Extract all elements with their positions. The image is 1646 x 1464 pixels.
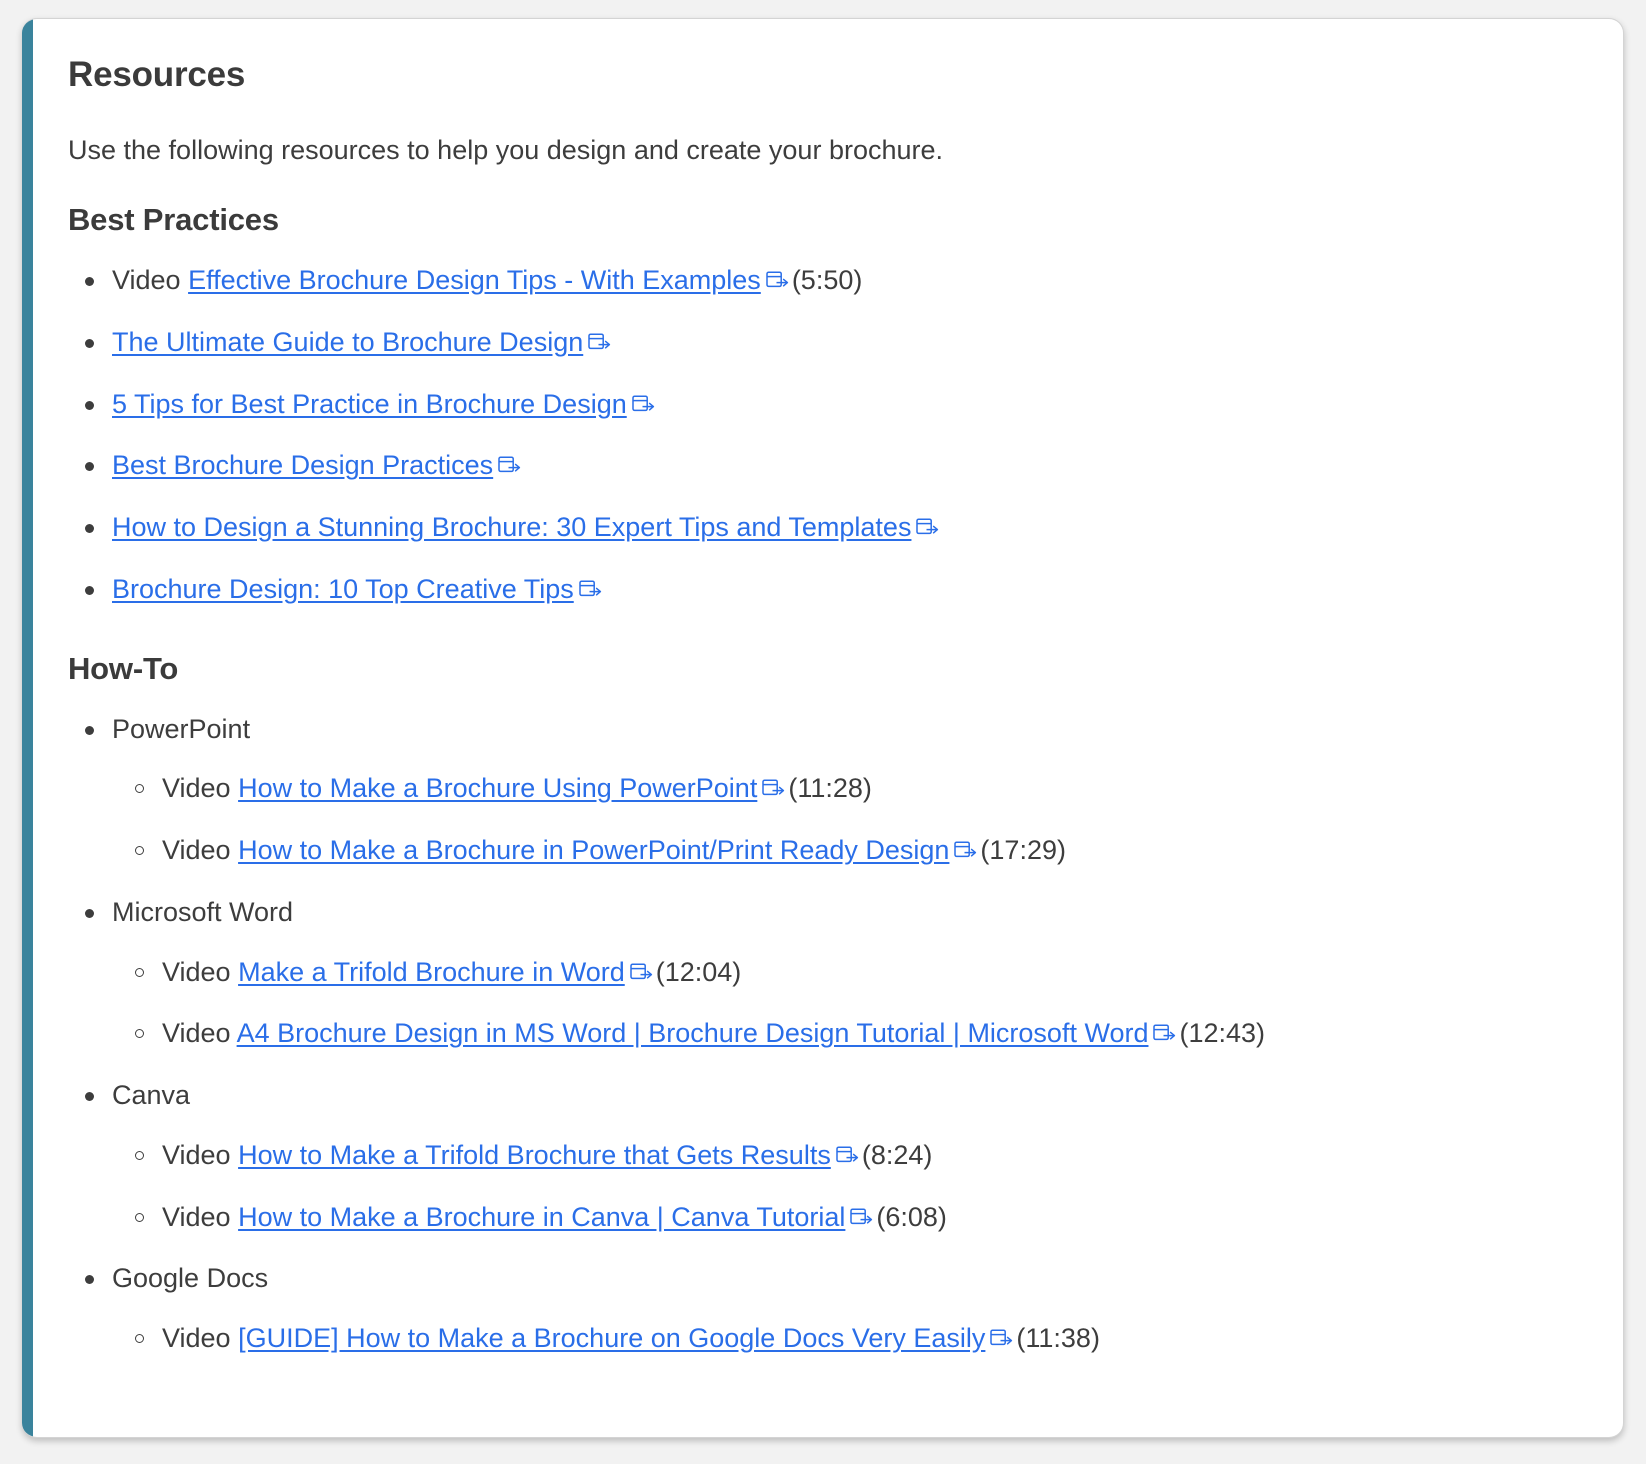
bullet-icon: [135, 784, 144, 794]
list-item-group: PowerPoint Video How to Make a Brochure U…: [85, 713, 1583, 868]
bullet-icon: [85, 1275, 94, 1285]
resource-link[interactable]: How to Make a Brochure Using PowerPoint: [238, 773, 757, 803]
list-item-group: Canva Video How to Make a Trifold Brochur…: [85, 1079, 1583, 1235]
item-prefix: Video: [162, 773, 239, 804]
resource-link[interactable]: How to Design a Stunning Brochure: 30 Ex…: [112, 512, 911, 542]
resources-card: Resources Use the following resources to…: [22, 18, 1624, 1438]
list-item: The Ultimate Guide to Brochure Design: [85, 326, 1583, 360]
bullet-icon: [135, 967, 144, 977]
resource-link[interactable]: How to Make a Brochure in Canva | Canva …: [238, 1202, 845, 1232]
group-label: Microsoft Word: [112, 896, 294, 927]
item-prefix: Video: [162, 835, 239, 866]
list-item: Video Make a Trifold Brochure in Word (12…: [135, 956, 1583, 990]
bullet-icon: [85, 908, 94, 918]
external-link-icon: [916, 517, 939, 538]
list-item: Video How to Make a Brochure Using Power…: [135, 772, 1583, 806]
bullet-icon: [85, 524, 94, 534]
resource-link[interactable]: How to Make a Brochure in PowerPoint/Pri…: [238, 835, 949, 865]
list-item: Video How to Make a Trifold Brochure tha…: [135, 1139, 1583, 1173]
resource-link[interactable]: [GUIDE] How to Make a Brochure on Google…: [238, 1323, 985, 1353]
bullet-icon: [85, 277, 94, 287]
page-title: Resources: [68, 55, 246, 94]
group-label: PowerPoint: [112, 713, 251, 744]
external-link-icon: [762, 778, 785, 799]
section-heading-best-practices: Best Practices: [68, 202, 279, 238]
resource-link[interactable]: 5 Tips for Best Practice in Brochure Des…: [112, 389, 627, 419]
external-link-icon: [631, 394, 655, 415]
resource-link[interactable]: A4 Brochure Design in MS Word | Brochure…: [237, 1018, 1149, 1048]
video-duration: (11:28): [788, 773, 872, 804]
bullet-icon: [135, 1212, 144, 1222]
video-duration: (6:08): [876, 1201, 947, 1232]
list-item-group: Microsoft Word Video Make a Trifold Broch…: [85, 896, 1583, 1052]
item-prefix: Video: [162, 1139, 239, 1170]
external-link-icon: [990, 1328, 1013, 1349]
external-link-icon: [630, 962, 653, 983]
resource-link[interactable]: Effective Brochure Design Tips - With Ex…: [188, 265, 761, 295]
resource-link[interactable]: The Ultimate Guide to Brochure Design: [112, 327, 583, 357]
resource-link[interactable]: How to Make a Trifold Brochure that Gets…: [238, 1140, 831, 1170]
card-accent-bar: [22, 19, 33, 1437]
list-item: Video Effective Brochure Design Tips - W…: [85, 264, 1583, 298]
bullet-icon: [85, 725, 94, 735]
external-link-icon: [954, 840, 977, 861]
external-link-icon: [850, 1207, 873, 1228]
bullet-icon: [85, 1092, 94, 1102]
video-duration: (8:24): [861, 1139, 933, 1170]
list-item: How to Design a Stunning Brochure: 30 Ex…: [85, 511, 1583, 545]
list-item: Video How to Make a Brochure in Canva | …: [135, 1201, 1583, 1235]
bullet-icon: [85, 338, 94, 348]
sub-list: Video [GUIDE] How to Make a Brochure on …: [112, 1322, 1583, 1356]
sub-list: Video Make a Trifold Brochure in Word (12…: [112, 956, 1583, 1052]
item-prefix: Video: [162, 1323, 239, 1354]
bullet-icon: [135, 1334, 144, 1344]
video-duration: (12:43): [1179, 1018, 1266, 1049]
bullet-icon: [135, 1029, 144, 1039]
list-item: Video How to Make a Brochure in PowerPoi…: [135, 834, 1583, 868]
intro-paragraph: Use the following resources to help you …: [68, 135, 944, 165]
item-prefix: Video: [162, 1018, 237, 1049]
external-link-icon: [588, 332, 611, 353]
resource-link[interactable]: Make a Trifold Brochure in Word: [238, 957, 625, 987]
group-label: Canva: [112, 1080, 191, 1111]
item-prefix: Video: [112, 265, 189, 296]
list-item: 5 Tips for Best Practice in Brochure Des…: [85, 388, 1583, 422]
bullet-icon: [135, 1150, 144, 1160]
page-wrapper: Resources Use the following resources to…: [0, 0, 1646, 1464]
resource-link[interactable]: Best Brochure Design Practices: [112, 450, 493, 480]
bullet-icon: [135, 846, 144, 856]
list-item: Brochure Design: 10 Top Creative Tips: [85, 573, 1583, 607]
external-link-icon: [766, 270, 789, 291]
video-duration: (5:50): [791, 265, 863, 296]
list-item: Best Brochure Design Practices: [85, 449, 1583, 483]
how-to-list: PowerPoint Video How to Make a Brochure U…: [68, 713, 1583, 1356]
list-item: Video [GUIDE] How to Make a Brochure on …: [135, 1322, 1583, 1356]
external-link-icon: [579, 579, 602, 600]
list-item: Video A4 Brochure Design in MS Word | Br…: [135, 1017, 1583, 1051]
external-link-icon: [498, 455, 521, 476]
video-duration: (17:29): [980, 835, 1066, 866]
list-item-group: Google Docs Video [GUIDE] How to Make a B…: [85, 1262, 1583, 1356]
external-link-icon: [836, 1145, 859, 1166]
sub-list: Video How to Make a Trifold Brochure tha…: [112, 1139, 1583, 1235]
resource-link[interactable]: Brochure Design: 10 Top Creative Tips: [112, 574, 574, 604]
group-label: Google Docs: [112, 1263, 269, 1294]
sub-list: Video How to Make a Brochure Using Power…: [112, 772, 1583, 868]
bullet-icon: [85, 462, 94, 472]
external-link-icon: [1153, 1023, 1176, 1044]
bullet-icon: [85, 585, 94, 595]
bullet-icon: [85, 400, 94, 410]
section-heading-how-to: How-To: [68, 650, 179, 686]
video-duration: (12:04): [655, 956, 742, 987]
item-prefix: Video: [162, 1201, 239, 1232]
video-duration: (11:38): [1016, 1323, 1100, 1354]
card-body: Resources Use the following resources to…: [68, 55, 1583, 1356]
item-prefix: Video: [162, 956, 239, 987]
best-practices-list: Video Effective Brochure Design Tips - W…: [68, 264, 1583, 607]
